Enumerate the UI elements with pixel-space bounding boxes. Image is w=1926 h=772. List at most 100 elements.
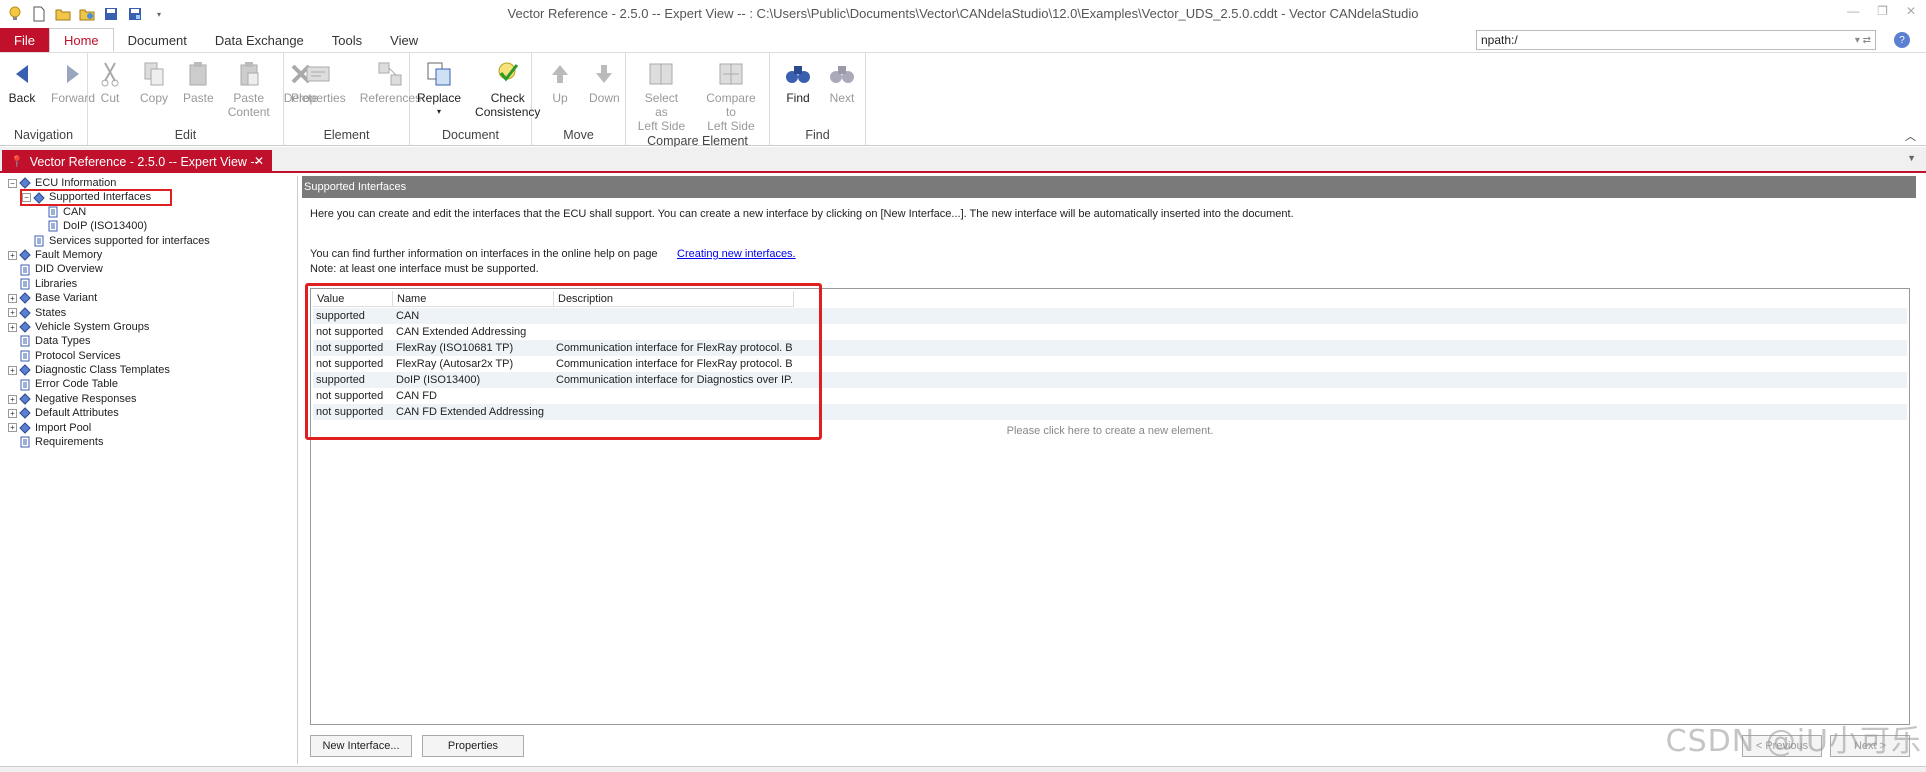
table-row[interactable]: not supported CAN FD	[313, 388, 1907, 404]
npath-input[interactable]: npath:/ ▾ ⇄	[1476, 30, 1876, 50]
tree-node[interactable]: Data Types	[2, 334, 297, 348]
expand-icon[interactable]: +	[8, 394, 17, 404]
expand-icon[interactable]: +	[8, 408, 17, 418]
expand-icon[interactable]: +	[8, 322, 17, 332]
name-cell[interactable]: DoIP (ISO13400)	[393, 372, 553, 388]
close-window-icon[interactable]: ✕	[1906, 4, 1916, 18]
tree-node[interactable]: + Default Attributes	[2, 406, 297, 420]
table-row[interactable]: supported DoIP (ISO13400) Communication in…	[313, 372, 1907, 388]
tree-node[interactable]: − ECU Information	[2, 176, 297, 190]
tab-tools[interactable]: Tools	[318, 28, 376, 52]
column-header-description[interactable]: Description	[554, 291, 794, 306]
create-new-element-hint[interactable]: Please click here to create a new elemen…	[311, 425, 1909, 437]
column-header-value[interactable]: Value	[313, 291, 393, 306]
back-button[interactable]: Back	[0, 59, 44, 127]
expand-icon[interactable]: +	[8, 250, 17, 260]
description-cell[interactable]	[553, 324, 793, 340]
tree-node[interactable]: + Diagnostic Class Templates	[2, 363, 297, 377]
save-all-icon[interactable]	[126, 5, 144, 23]
description-cell[interactable]: Communication interface for Diagnostics …	[553, 372, 793, 388]
value-cell[interactable]: supported	[313, 372, 393, 388]
document-tab[interactable]: 📍 Vector Reference - 2.5.0 -- Expert Vie…	[2, 150, 272, 173]
replace-dropdown-icon[interactable]: ▾	[437, 105, 441, 119]
tree-node[interactable]: − Supported Interfaces	[2, 190, 297, 204]
name-cell[interactable]: FlexRay (Autosar2x TP)	[393, 356, 553, 372]
paste-content-button[interactable]: Paste Content	[221, 59, 277, 127]
new-interface-button[interactable]: New Interface...	[310, 735, 412, 757]
copy-button[interactable]: Copy	[132, 59, 176, 127]
up-button[interactable]: Up	[538, 59, 582, 127]
tab-document[interactable]: Document	[114, 28, 201, 52]
paste-button[interactable]: Paste	[176, 59, 221, 127]
expand-icon[interactable]: +	[8, 293, 17, 303]
tree-node[interactable]: Services supported for interfaces	[2, 234, 297, 248]
description-cell[interactable]: Communication interface for FlexRay prot…	[553, 356, 793, 372]
collapse-icon[interactable]: −	[8, 178, 17, 188]
description-cell[interactable]: Communication interface for FlexRay prot…	[553, 340, 793, 356]
expand-icon[interactable]: +	[8, 308, 17, 318]
npath-controls-icon[interactable]: ▾ ⇄	[1855, 35, 1871, 46]
tree-node[interactable]: DoIP (ISO13400)	[2, 219, 297, 233]
cut-button[interactable]: Cut	[88, 59, 132, 127]
name-cell[interactable]: CAN	[393, 308, 553, 324]
tree-node[interactable]: Error Code Table	[2, 377, 297, 391]
value-cell[interactable]: supported	[313, 308, 393, 324]
table-row[interactable]: not supported FlexRay (Autosar2x TP) Commu…	[313, 356, 1907, 372]
collapse-ribbon-icon[interactable]: ︿	[1905, 128, 1916, 144]
lightbulb-icon[interactable]	[6, 5, 24, 23]
tree-node[interactable]: DID Overview	[2, 262, 297, 276]
name-cell[interactable]: CAN Extended Addressing	[393, 324, 553, 340]
compare-to-left-side-button[interactable]: Compare to Left Side	[693, 59, 769, 133]
tree-node[interactable]: + States	[2, 306, 297, 320]
minimize-icon[interactable]: —	[1847, 4, 1859, 18]
tab-view[interactable]: View	[376, 28, 432, 52]
tree-node[interactable]: + Negative Responses	[2, 392, 297, 406]
select-as-left-side-button[interactable]: Select as Left Side	[630, 59, 693, 133]
tree-node[interactable]: + Vehicle System Groups	[2, 320, 297, 334]
replace-button[interactable]: Replace ▾	[410, 59, 468, 127]
tree-node[interactable]: Libraries	[2, 277, 297, 291]
tree-node[interactable]: Requirements	[2, 435, 297, 449]
new-file-icon[interactable]	[30, 5, 48, 23]
description-cell[interactable]	[553, 404, 793, 420]
find-button[interactable]: Find	[776, 59, 820, 127]
creating-interfaces-link[interactable]: Creating new interfaces.	[677, 248, 796, 260]
tab-home[interactable]: Home	[48, 28, 114, 52]
open-recent-icon[interactable]	[78, 5, 96, 23]
table-row[interactable]: supported CAN	[313, 308, 1907, 324]
tree-node[interactable]: + Import Pool	[2, 421, 297, 435]
restore-icon[interactable]: ❐	[1877, 4, 1888, 18]
name-cell[interactable]: FlexRay (ISO10681 TP)	[393, 340, 553, 356]
help-icon[interactable]: ?	[1894, 32, 1910, 48]
tree-node[interactable]: CAN	[2, 205, 297, 219]
qat-customize-icon[interactable]: ▾	[150, 5, 168, 23]
properties-button[interactable]: Properties	[422, 735, 524, 757]
table-row[interactable]: not supported CAN FD Extended Addressing	[313, 404, 1907, 420]
table-row[interactable]: not supported FlexRay (ISO10681 TP) Commun…	[313, 340, 1907, 356]
close-tab-icon[interactable]: ✕	[254, 154, 264, 168]
description-cell[interactable]	[553, 308, 793, 324]
tree-node[interactable]: + Base Variant	[2, 291, 297, 305]
column-header-name[interactable]: Name	[393, 291, 554, 306]
value-cell[interactable]: not supported	[313, 340, 393, 356]
properties-ribbon-button[interactable]: Properties	[284, 59, 353, 127]
value-cell[interactable]: not supported	[313, 404, 393, 420]
value-cell[interactable]: not supported	[313, 356, 393, 372]
next-find-button[interactable]: Next	[820, 59, 864, 127]
table-row[interactable]: not supported CAN Extended Addressing	[313, 324, 1907, 340]
expand-icon[interactable]: +	[8, 365, 17, 375]
tree-node[interactable]: + Fault Memory	[2, 248, 297, 262]
name-cell[interactable]: CAN FD Extended Addressing	[393, 404, 553, 420]
value-cell[interactable]: not supported	[313, 324, 393, 340]
expand-icon[interactable]: +	[8, 423, 17, 433]
tab-file[interactable]: File	[0, 28, 49, 52]
tree-node[interactable]: Protocol Services	[2, 349, 297, 363]
open-folder-icon[interactable]	[54, 5, 72, 23]
down-button[interactable]: Down	[582, 59, 627, 127]
tab-data-exchange[interactable]: Data Exchange	[201, 28, 318, 52]
value-cell[interactable]: not supported	[313, 388, 393, 404]
save-icon[interactable]	[102, 5, 120, 23]
description-cell[interactable]	[553, 388, 793, 404]
tab-list-dropdown-icon[interactable]: ▼	[1907, 153, 1916, 163]
name-cell[interactable]: CAN FD	[393, 388, 553, 404]
